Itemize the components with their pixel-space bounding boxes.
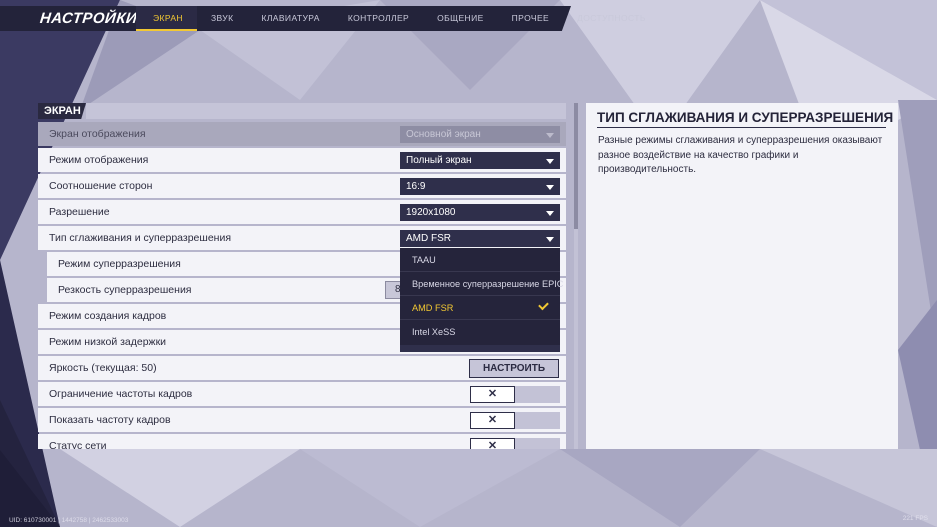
setting-aa-upscaling: Тип сглаживания и суперразрешения AMD FS… (38, 226, 566, 250)
net-status-toggle[interactable]: ✕ (470, 438, 560, 449)
setting-label: Статус сети (49, 440, 107, 449)
info-panel: ТИП СГЛАЖИВАНИЯ И СУПЕРРАЗРЕШЕНИЯ Разные… (586, 103, 898, 449)
resolution-dropdown[interactable]: 1920x1080 (400, 204, 560, 221)
setting-resolution: Разрешение 1920x1080 (38, 200, 566, 224)
uid-readout: UID: 610730001 | 1442758 | 2462533003 (9, 517, 129, 524)
setting-display-mode: Режим отображения Полный экран (38, 148, 566, 172)
configure-brightness-button[interactable]: НАСТРОИТЬ (469, 359, 559, 378)
section-title: ЭКРАН (38, 103, 86, 119)
setting-label: Ограничение частоты кадров (49, 388, 193, 400)
close-icon: ✕ (470, 412, 515, 429)
chevron-down-icon (546, 237, 554, 242)
tab-controller[interactable]: КОНТРОЛЛЕР (334, 6, 423, 31)
fps-counter: 221 FPS (902, 515, 928, 522)
setting-label: Режим суперразрешения (58, 258, 181, 270)
aa-upscaling-options: TAAU Временное суперразрешение EPIC AMD … (400, 248, 563, 345)
tab-keyboard[interactable]: КЛАВИАТУРА (247, 6, 333, 31)
setting-label: Режим низкой задержки (49, 336, 167, 348)
page-title: НАСТРОЙКИ (39, 10, 139, 27)
chevron-down-icon (546, 159, 554, 164)
tab-other[interactable]: ПРОЧЕЕ (498, 6, 563, 31)
show-fps-toggle[interactable]: ✕ (470, 412, 560, 429)
dropdown-value: 1920x1080 (406, 207, 456, 218)
aa-upscaling-dropdown[interactable]: AMD FSR (400, 230, 560, 247)
option-intel-xess[interactable]: Intel XeSS (400, 320, 560, 344)
setting-display-screen: Экран отображения Основной экран (38, 122, 566, 146)
check-icon (538, 299, 549, 311)
section-header-bar (86, 103, 566, 119)
setting-label: Разрешение (49, 206, 110, 218)
option-label: AMD FSR (412, 303, 454, 313)
aspect-ratio-dropdown[interactable]: 16:9 (400, 178, 560, 195)
setting-label: Тип сглаживания и суперразрешения (49, 232, 232, 244)
setting-net-status: Статус сети ✕ (38, 434, 566, 449)
tab-sound[interactable]: ЗВУК (197, 6, 247, 31)
scrollbar-thumb[interactable] (574, 103, 578, 229)
chevron-down-icon (546, 211, 554, 216)
display-screen-dropdown: Основной экран (400, 126, 560, 143)
setting-label: Режим создания кадров (49, 310, 167, 322)
dropdown-value: Основной экран (406, 129, 481, 140)
tab-social[interactable]: ОБЩЕНИЕ (423, 6, 498, 31)
chevron-down-icon (546, 185, 554, 190)
info-description: Разные режимы сглаживания и суперразреше… (598, 135, 883, 175)
info-title: ТИП СГЛАЖИВАНИЯ И СУПЕРРАЗРЕШЕНИЯ (597, 110, 893, 128)
setting-label: Режим отображения (49, 154, 149, 166)
setting-fps-limit: Ограничение частоты кадров ✕ (38, 382, 566, 406)
setting-label: Экран отображения (49, 128, 146, 140)
setting-label: Резкость суперразрешения (58, 284, 192, 296)
option-epic-tsr[interactable]: Временное суперразрешение EPIC (400, 272, 563, 296)
option-amd-fsr[interactable]: AMD FSR (400, 296, 560, 320)
chevron-down-icon (546, 133, 554, 138)
setting-label: Яркость (текущая: 50) (49, 362, 157, 374)
fps-limit-toggle[interactable]: ✕ (470, 386, 560, 403)
setting-brightness: Яркость (текущая: 50) НАСТРОИТЬ (38, 356, 566, 380)
dropdown-value: 16:9 (406, 181, 426, 192)
dropdown-value: AMD FSR (406, 233, 451, 244)
dropdown-value: Полный экран (406, 155, 472, 166)
close-icon: ✕ (470, 386, 515, 403)
setting-aspect-ratio: Соотношение сторон 16:9 (38, 174, 566, 198)
display-mode-dropdown[interactable]: Полный экран (400, 152, 560, 169)
setting-label: Соотношение сторон (49, 180, 153, 192)
option-taau[interactable]: TAAU (400, 248, 560, 272)
tab-accessibility[interactable]: ДОСТУПНОСТЬ (563, 6, 660, 31)
close-icon: ✕ (470, 438, 515, 449)
tab-bar: ЭКРАН ЗВУК КЛАВИАТУРА КОНТРОЛЛЕР ОБЩЕНИЕ… (136, 6, 660, 31)
setting-label: Показать частоту кадров (49, 414, 171, 426)
tab-screen[interactable]: ЭКРАН (136, 6, 197, 31)
setting-show-fps: Показать частоту кадров ✕ (38, 408, 566, 432)
